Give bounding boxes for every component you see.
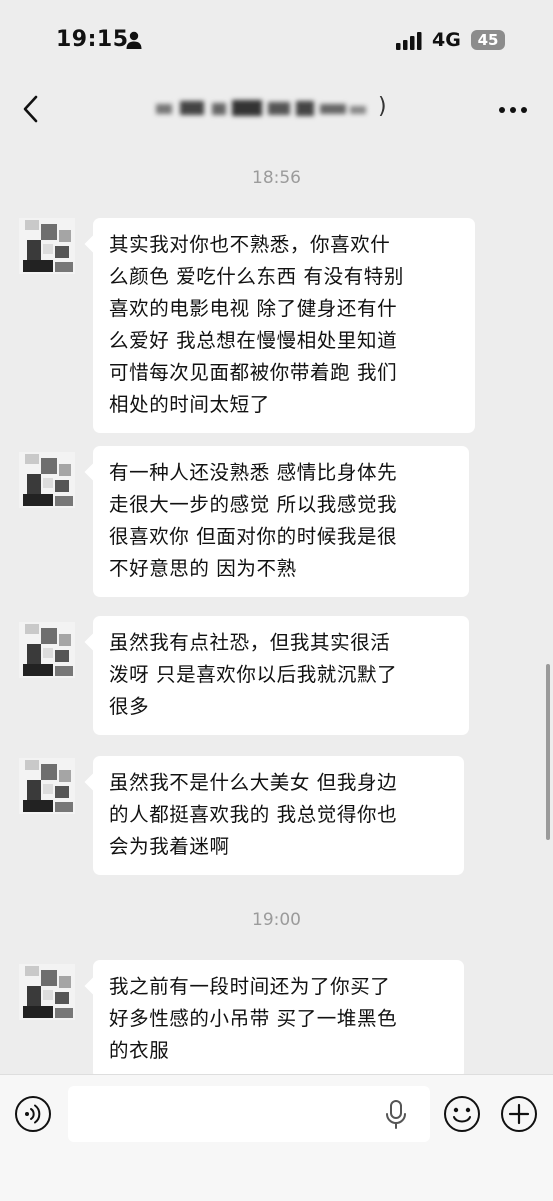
battery-indicator: 45: [471, 30, 505, 50]
message-text-line: 的人都挺喜欢我的 我总觉得你也: [109, 803, 398, 826]
message-bubble[interactable]: 我之前有一段时间还为了你买了 好多性感的小吊带 买了一堆黑色 的衣服: [93, 960, 464, 1074]
contact-name: ): [150, 94, 400, 124]
message-timestamp: 19:00: [252, 910, 301, 930]
message-text-line: 不好意思的 因为不熟: [109, 557, 297, 580]
chat-header: ): [0, 80, 553, 138]
message-text-line: 其实我对你也不熟悉，你喜欢什: [109, 233, 391, 256]
message-text-line: 的衣服: [109, 1039, 170, 1062]
more-icon[interactable]: [498, 106, 528, 114]
message-text-line: 么爱好 我总想在慢慢相处里知道: [109, 329, 398, 352]
message-text-line: 我之前有一段时间还为了你买了: [109, 975, 391, 998]
message-text-line: 好多性感的小吊带 买了一堆黑色: [109, 1007, 398, 1030]
message-timestamp: 18:56: [252, 168, 301, 188]
network-type: 4G: [432, 29, 461, 51]
message-input[interactable]: [68, 1086, 430, 1142]
emoji-icon[interactable]: [443, 1095, 481, 1133]
status-bar: 19:15 4G 45: [0, 0, 553, 80]
message-text-line: 可惜每次见面都被你带着跑 我们: [109, 361, 398, 384]
add-icon[interactable]: [500, 1095, 538, 1133]
contact-name-suffix: ): [378, 94, 387, 119]
message-text-line: 虽然我有点社恐，但我其实很活: [109, 631, 391, 654]
message-bubble[interactable]: 虽然我有点社恐，但我其实很活 泼呀 只是喜欢你以后我就沉默了 很多: [93, 616, 469, 735]
status-time: 19:15: [56, 27, 129, 52]
message-text-line: 虽然我不是什么大美女 但我身边: [109, 771, 398, 794]
scrollbar-thumb[interactable]: [546, 664, 550, 840]
contact-avatar[interactable]: [19, 964, 75, 1020]
message-text-line: 么颜色 爱吃什么东西 有没有特别: [109, 265, 404, 288]
message-list[interactable]: 18:56 其实我对你也不熟悉，你喜欢什 么颜色 爱吃什么东西 有没有特别 喜欢…: [0, 138, 553, 1074]
message-text-line: 走很大一步的感觉 所以我感觉我: [109, 493, 398, 516]
message-bubble[interactable]: 其实我对你也不熟悉，你喜欢什 么颜色 爱吃什么东西 有没有特别 喜欢的电影电视 …: [93, 218, 475, 433]
message-text-line: 很多: [109, 695, 150, 718]
contact-avatar[interactable]: [19, 622, 75, 678]
signal-icon: [396, 32, 422, 50]
message-text-line: 很喜欢你 但面对你的时候我是很: [109, 525, 398, 548]
message-text-line: 会为我着迷啊: [109, 835, 230, 858]
message-bubble[interactable]: 虽然我不是什么大美女 但我身边 的人都挺喜欢我的 我总觉得你也 会为我着迷啊: [93, 756, 464, 875]
voice-icon[interactable]: [14, 1095, 52, 1133]
message-text-line: 泼呀 只是喜欢你以后我就沉默了: [109, 663, 398, 686]
person-icon: [126, 31, 142, 49]
message-text-line: 相处的时间太短了: [109, 393, 270, 416]
input-bar: [0, 1074, 553, 1201]
message-bubble[interactable]: 有一种人还没熟悉 感情比身体先 走很大一步的感觉 所以我感觉我 很喜欢你 但面对…: [93, 446, 469, 597]
message-text-line: 喜欢的电影电视 除了健身还有什: [109, 297, 398, 320]
message-text-line: 有一种人还没熟悉 感情比身体先: [109, 461, 398, 484]
back-icon[interactable]: [18, 94, 46, 124]
blurred-contact-name: [156, 100, 366, 116]
contact-avatar[interactable]: [19, 218, 75, 274]
mic-icon[interactable]: [385, 1100, 407, 1130]
contact-avatar[interactable]: [19, 758, 75, 814]
contact-avatar[interactable]: [19, 452, 75, 508]
